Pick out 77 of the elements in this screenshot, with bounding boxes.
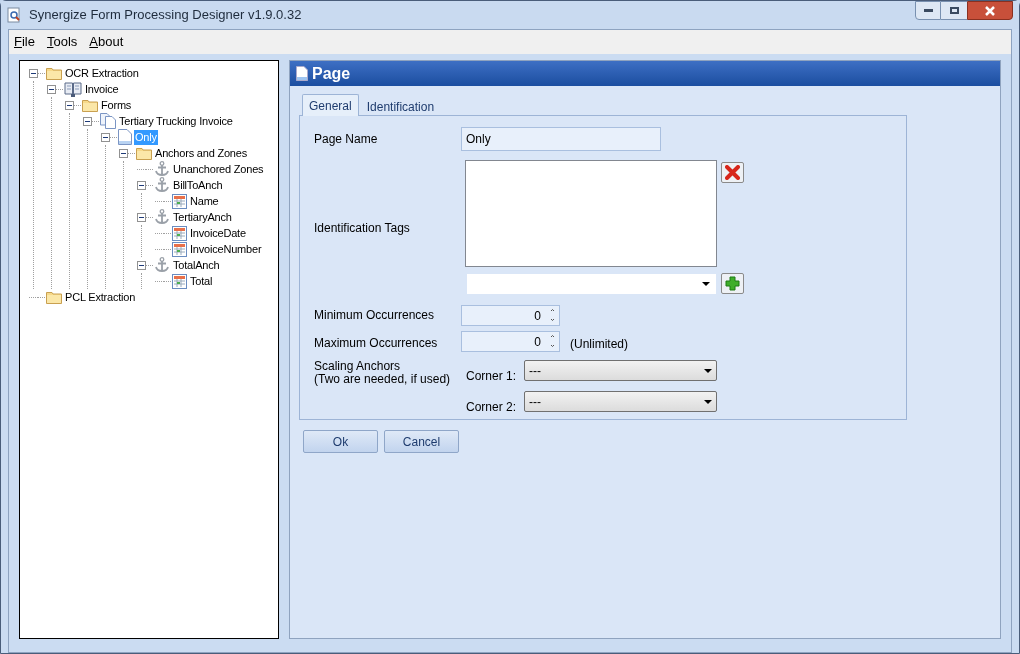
note-text: (Unlimited) xyxy=(570,336,628,353)
anchor-icon xyxy=(154,161,170,177)
window-title: Synergize Form Processing Designer v1.9.0.32 xyxy=(29,6,302,25)
tree-item[interactable]: Anchors and Zones xyxy=(154,145,248,161)
tags-list[interactable] xyxy=(465,160,717,267)
panel-title: Page xyxy=(312,63,351,84)
corner-dropdown[interactable]: --- xyxy=(524,360,717,381)
tree-item[interactable]: Tertiary Trucking Invoice xyxy=(118,113,234,129)
tab[interactable]: Identification xyxy=(358,97,443,116)
menu-item[interactable]: Tools xyxy=(45,32,79,52)
tree-item[interactable]: Forms xyxy=(100,97,133,113)
corner-dropdown[interactable]: --- xyxy=(524,391,717,412)
caret-icon xyxy=(704,368,712,373)
anchor-icon xyxy=(154,257,170,273)
page-icon xyxy=(118,129,132,145)
tree-item[interactable]: InvoiceNumber xyxy=(189,241,263,257)
tree-item[interactable]: Invoice xyxy=(84,81,120,97)
pages-icon xyxy=(100,113,116,129)
folder-icon xyxy=(46,290,62,304)
number-spinner[interactable]: 0 xyxy=(461,331,560,352)
collapse-icon[interactable] xyxy=(137,180,146,190)
add-button[interactable] xyxy=(721,273,744,294)
folder-icon xyxy=(82,98,98,112)
collapse-icon[interactable] xyxy=(83,116,92,126)
collapse-icon[interactable] xyxy=(137,260,146,270)
tree-item[interactable]: PCL Extraction xyxy=(64,289,137,305)
collapse-icon[interactable] xyxy=(101,132,110,142)
field-label: Minimum Occurrences xyxy=(314,307,435,324)
caret-icon xyxy=(704,399,712,404)
tree-item[interactable]: Name xyxy=(189,193,220,209)
menu-item[interactable]: About xyxy=(88,32,125,52)
close-icon xyxy=(984,5,996,16)
grid-icon xyxy=(172,193,187,209)
spin-arrows-icon[interactable] xyxy=(550,334,555,348)
number-spinner[interactable]: 0 xyxy=(461,305,560,326)
collapse-icon[interactable] xyxy=(47,84,56,94)
field-label: Corner 1: xyxy=(466,368,517,385)
delete-icon xyxy=(725,165,740,180)
grid-icon xyxy=(172,225,187,241)
field-label: Identification Tags xyxy=(314,220,410,237)
page-name-field[interactable]: Only xyxy=(461,127,661,151)
page-icon xyxy=(296,66,308,81)
spin-arrows-icon[interactable] xyxy=(550,308,555,322)
field-label: Maximum Occurrences xyxy=(314,335,438,352)
app-icon xyxy=(7,7,21,23)
tree-item[interactable]: BillToAnch xyxy=(172,177,224,193)
grid-icon xyxy=(172,273,187,289)
minimize-button[interactable] xyxy=(915,1,941,20)
ok-button[interactable]: Ok xyxy=(303,430,378,453)
tree-item[interactable]: TotalAnch xyxy=(172,257,221,273)
book-icon xyxy=(64,81,82,97)
field-label: (Two are needed, if used) xyxy=(314,372,451,388)
delete-button[interactable] xyxy=(721,162,744,183)
cancel-button[interactable]: Cancel xyxy=(384,430,459,453)
anchor-icon xyxy=(154,177,170,193)
tab[interactable]: General xyxy=(302,94,359,116)
tree-item[interactable]: TertiaryAnch xyxy=(172,209,233,225)
collapse-icon[interactable] xyxy=(65,100,74,110)
anchor-icon xyxy=(154,209,170,225)
field-label: Corner 2: xyxy=(466,399,517,416)
caret-icon xyxy=(702,282,710,286)
tree-item[interactable]: InvoiceDate xyxy=(189,225,247,241)
grid-icon xyxy=(172,241,187,257)
folder-icon xyxy=(136,146,152,160)
tree-item[interactable]: Unanchored Zones xyxy=(172,161,265,177)
maximize-button[interactable] xyxy=(941,1,967,20)
collapse-icon[interactable] xyxy=(29,68,38,78)
tree-item[interactable]: OCR Extraction xyxy=(64,65,140,81)
field-label: Scaling Anchors xyxy=(314,358,401,374)
add-icon xyxy=(725,276,740,291)
field-label: Page Name xyxy=(314,131,378,148)
folder-icon xyxy=(46,66,62,80)
tree-item[interactable]: Total xyxy=(189,273,214,289)
menu-item[interactable]: File xyxy=(13,32,36,52)
collapse-icon[interactable] xyxy=(119,148,128,158)
collapse-icon[interactable] xyxy=(137,212,146,222)
close-button[interactable] xyxy=(967,1,1013,20)
